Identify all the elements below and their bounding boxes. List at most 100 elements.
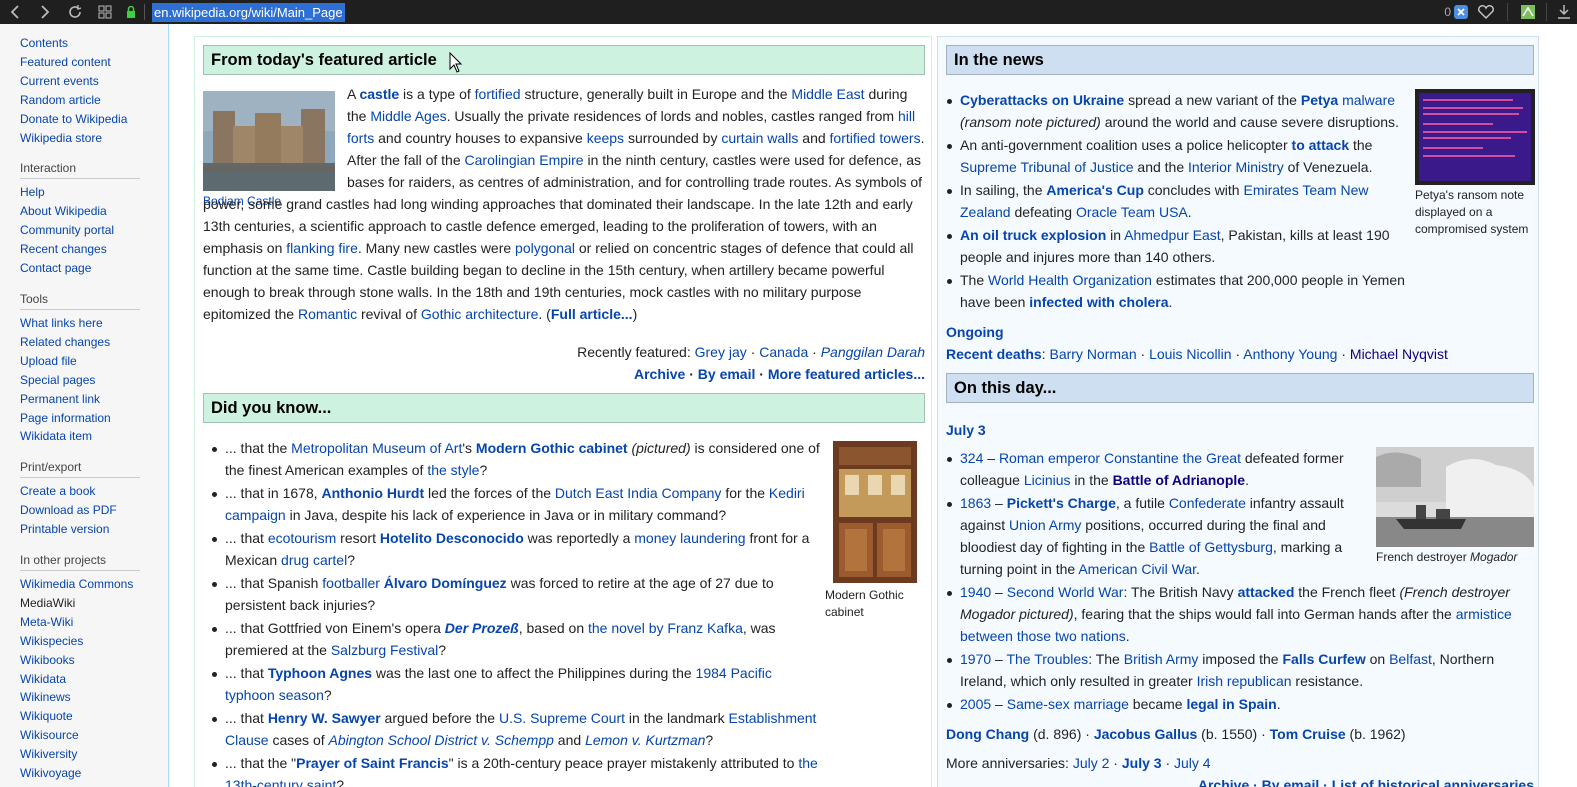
recent-deaths-link[interactable]: Recent deaths: [946, 346, 1042, 362]
recent-panggilan-darah[interactable]: Panggilan Darah: [821, 344, 925, 360]
sidebar: Contents Featured content Current events…: [0, 24, 168, 787]
featured-email-link[interactable]: By email: [698, 366, 756, 382]
more-featured-link[interactable]: More featured articles...: [768, 366, 925, 382]
sidebar-item-wikiversity[interactable]: Wikiversity: [20, 745, 140, 764]
otd-date-link[interactable]: July 3: [946, 422, 986, 438]
sidebar-item-wikivoyage[interactable]: Wikivoyage: [20, 764, 140, 783]
sidebar-item-donate[interactable]: Donate to Wikipedia: [20, 110, 140, 129]
list-item: An oil truck explosion in Ahmedpur East,…: [938, 224, 1408, 268]
sidebar-print: Print/export Create a book Download as P…: [20, 460, 140, 539]
sidebar-item-help[interactable]: Help: [20, 183, 140, 202]
forward-button[interactable]: [30, 0, 60, 24]
sidebar-item-contact[interactable]: Contact page: [20, 259, 140, 278]
sidebar-item-wikidata[interactable]: Wikidata: [20, 670, 140, 689]
sidebar-item-related-changes[interactable]: Related changes: [20, 333, 140, 352]
ongoing: Ongoing: [946, 321, 1004, 343]
featured-links: Archive · By email · More featured artic…: [633, 366, 925, 382]
sidebar-heading-interaction: Interaction: [20, 161, 140, 180]
more-anniversaries-label: More anniversaries:: [946, 755, 1069, 771]
death-anthony-young[interactable]: Anthony Young: [1243, 346, 1337, 362]
list-item: 1863 – Pickett's Charge, a futile Confed…: [938, 492, 1368, 580]
sidebar-item-store[interactable]: Wikipedia store: [20, 129, 140, 148]
sidebar-item-what-links-here[interactable]: What links here: [20, 314, 140, 333]
list-item: ... that Gottfried von Einem's opera Der…: [203, 617, 823, 661]
sidebar-item-printable[interactable]: Printable version: [20, 520, 140, 539]
sidebar-heading-tools: Tools: [20, 292, 140, 310]
back-icon: [10, 5, 19, 19]
sidebar-item-wikispecies[interactable]: Wikispecies: [20, 632, 140, 651]
sidebar-item-random-article[interactable]: Random article: [20, 91, 140, 110]
blocked-count: 0: [1444, 5, 1451, 19]
otd-births: Dong Chang (d. 896) · Jacobus Gallus (b.…: [946, 726, 1406, 742]
download-icon[interactable]: [1557, 4, 1571, 20]
list-item: ... that ecotourism resort Hotelito Desc…: [203, 527, 823, 571]
featured-archive-link[interactable]: Archive: [634, 366, 685, 382]
speed-dial-button[interactable]: [90, 0, 120, 24]
divider: [1507, 3, 1508, 21]
forward-icon: [41, 5, 50, 19]
extension-icon[interactable]: [1520, 4, 1536, 20]
adblock-icon[interactable]: [1453, 4, 1469, 20]
sidebar-item-wikisource[interactable]: Wikisource: [20, 726, 140, 745]
back-button[interactable]: [0, 0, 30, 24]
anniv-july-2[interactable]: July 2: [1073, 755, 1110, 771]
sidebar-item-upload-file[interactable]: Upload file: [20, 352, 140, 371]
otd-list: 324 – Roman emperor Constantine the Grea…: [938, 447, 1528, 716]
sidebar-item-contents[interactable]: Contents: [20, 34, 140, 53]
sidebar-item-wikiquote[interactable]: Wikiquote: [20, 707, 140, 726]
dyk-heading: Did you know...: [203, 393, 925, 423]
news-list: Cyberattacks on Ukraine spread a new var…: [938, 89, 1408, 314]
sidebar-item-community-portal[interactable]: Community portal: [20, 221, 140, 240]
list-item: The World Health Organization estimates …: [938, 269, 1408, 313]
address-bar[interactable]: en.wikipedia.org/wiki/Main_Page: [152, 2, 345, 22]
sidebar-item-current-events[interactable]: Current events: [20, 72, 140, 91]
right-column: In the news Petya's ransom note displaye…: [937, 36, 1539, 787]
death-barry-norman[interactable]: Barry Norman: [1049, 346, 1136, 362]
sidebar-heading-other-projects: In other projects: [20, 553, 140, 572]
list-item: ... that Typhoon Agnes was the last one …: [203, 662, 823, 706]
sidebar-item-meta-wiki[interactable]: Meta-Wiki: [20, 613, 140, 632]
recent-grey-jay[interactable]: Grey jay: [695, 344, 747, 360]
sidebar-item-about[interactable]: About Wikipedia: [20, 202, 140, 221]
sidebar-item-wikibooks[interactable]: Wikibooks: [20, 651, 140, 670]
death-michael-nyqvist[interactable]: Michael Nyqvist: [1350, 346, 1448, 362]
sidebar-heading-print: Print/export: [20, 460, 140, 479]
recently-featured-label: Recently featured:: [577, 344, 691, 360]
anniv-july-4[interactable]: July 4: [1174, 755, 1211, 771]
otd-heading: On this day...: [946, 373, 1534, 403]
list-item: 2005 – Same-sex marriage became legal in…: [938, 693, 1528, 715]
reload-button[interactable]: [60, 0, 90, 24]
sidebar-item-recent-changes[interactable]: Recent changes: [20, 240, 140, 259]
sidebar-item-wikidata-item[interactable]: Wikidata item: [20, 427, 140, 446]
list-item: Cyberattacks on Ukraine spread a new var…: [938, 89, 1408, 133]
otd-date: July 3: [946, 419, 986, 441]
featured-article-heading: From today's featured article: [203, 45, 925, 75]
list-item: ... that the Metropolitan Museum of Art'…: [203, 437, 823, 481]
sidebar-item-create-book[interactable]: Create a book: [20, 482, 140, 501]
mouse-cursor-icon: [449, 52, 463, 73]
reload-icon: [69, 5, 82, 18]
recent-canada[interactable]: Canada: [759, 344, 808, 360]
petya-ransom-image[interactable]: [1415, 89, 1535, 185]
anniv-july-3[interactable]: July 3: [1122, 755, 1162, 771]
death-louis-nicollin[interactable]: Louis Nicollin: [1149, 346, 1231, 362]
sidebar-item-special-pages[interactable]: Special pages: [20, 371, 140, 390]
main-content: From today's featured article Bodiam Cas…: [168, 24, 1577, 787]
grid-icon: [98, 5, 112, 19]
sidebar-item-wikinews[interactable]: Wikinews: [20, 688, 140, 707]
petya-caption: Petya's ransom note displayed on a compr…: [1415, 188, 1529, 236]
heart-icon[interactable]: [1473, 4, 1499, 20]
news-heading: In the news: [946, 45, 1534, 75]
lock-icon[interactable]: [120, 6, 142, 18]
sidebar-item-page-information[interactable]: Page information: [20, 409, 140, 428]
toolbar-right: 0: [1444, 0, 1577, 24]
gothic-cabinet-image[interactable]: [825, 437, 925, 585]
ongoing-link[interactable]: Ongoing: [946, 324, 1004, 340]
sidebar-item-mediawiki[interactable]: MediaWiki: [20, 594, 140, 613]
sidebar-item-commons[interactable]: Wikimedia Commons: [20, 575, 140, 594]
sidebar-item-download-pdf[interactable]: Download as PDF: [20, 501, 140, 520]
list-item: In sailing, the America's Cup concludes …: [938, 179, 1408, 223]
sidebar-item-permanent-link[interactable]: Permanent link: [20, 390, 140, 409]
otd-archive-links[interactable]: Archive · By email · List of historical …: [1198, 777, 1534, 787]
sidebar-item-featured-content[interactable]: Featured content: [20, 53, 140, 72]
